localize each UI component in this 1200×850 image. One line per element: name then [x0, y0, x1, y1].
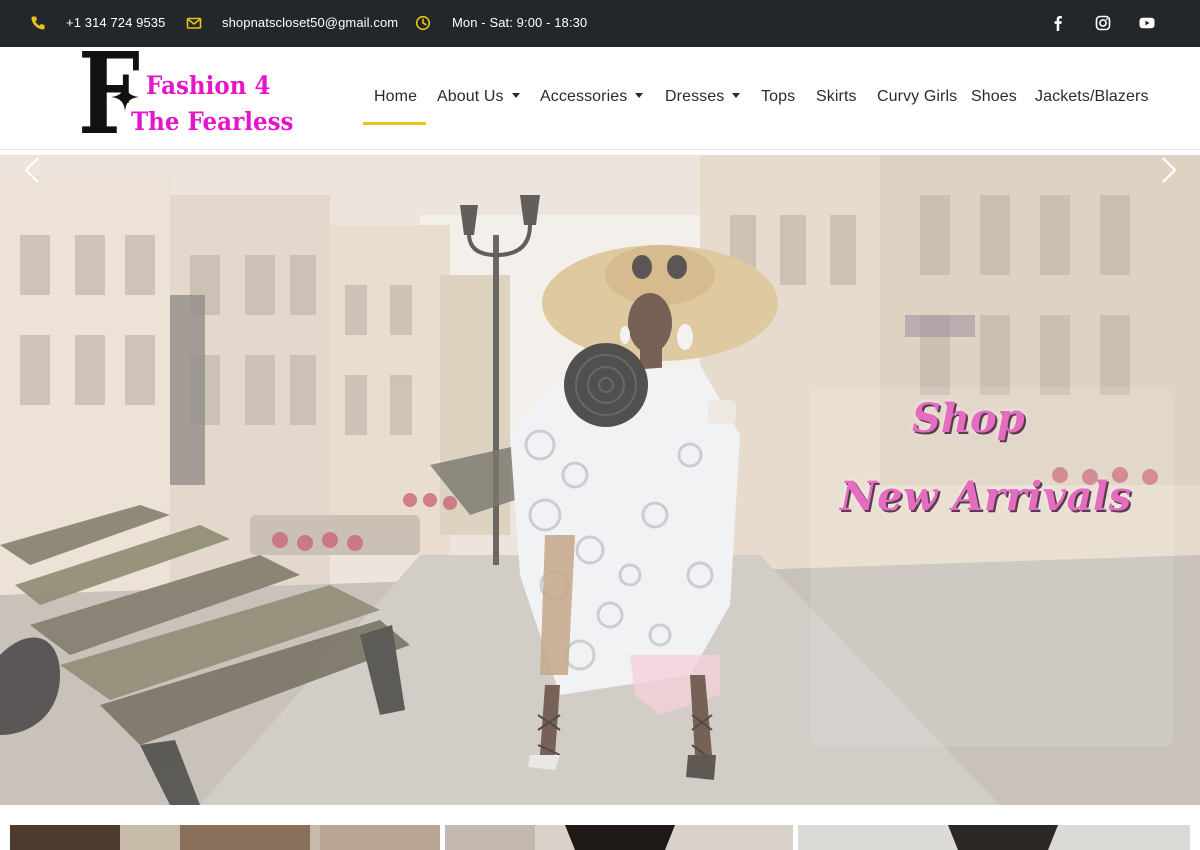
category-card-image — [798, 825, 1190, 850]
caret-down-icon — [732, 93, 741, 99]
top-bar: +1 314 724 9535 shopnatscloset50@gmail.c… — [0, 0, 1200, 47]
clock-icon — [415, 15, 431, 31]
category-card-image — [10, 825, 440, 850]
hero-title-new-arrivals: New Arrivals — [840, 473, 1132, 520]
envelope-icon — [186, 17, 202, 29]
instagram-icon[interactable] — [1094, 14, 1112, 32]
category-card-3[interactable] — [798, 825, 1190, 850]
nav-item-label: Jackets/Blazers — [1035, 88, 1149, 105]
nav-item-label: Tops — [761, 88, 796, 105]
nav-item-dresses[interactable]: Dresses — [665, 87, 741, 107]
facebook-icon[interactable] — [1049, 14, 1067, 32]
nav-item-tops[interactable]: Tops — [761, 87, 795, 107]
active-nav-underline — [363, 122, 426, 125]
category-card-1[interactable] — [10, 825, 440, 850]
main-nav: Home About Us Accessories Dresses Tops S… — [0, 47, 1200, 150]
nav-item-skirts[interactable]: Skirts — [816, 87, 857, 107]
chevron-left-icon[interactable] — [21, 155, 43, 185]
nav-item-label: About Us — [437, 88, 504, 105]
nav-item-label: Shoes — [971, 88, 1017, 105]
nav-item-shoes[interactable]: Shoes — [971, 87, 1017, 107]
category-card-2[interactable] — [445, 825, 793, 850]
phone-icon — [31, 16, 45, 30]
nav-item-home[interactable]: Home — [374, 87, 417, 107]
opening-hours: Mon - Sat: 9:00 - 18:30 — [452, 15, 588, 30]
caret-down-icon — [635, 93, 644, 99]
nav-item-label: Accessories — [540, 88, 628, 105]
nav-item-label: Dresses — [665, 88, 725, 105]
nav-item-label: Home — [374, 88, 418, 105]
nav-item-accessories[interactable]: Accessories — [540, 87, 644, 107]
site-header: F Fashion 4 The Fearless Home About Us A… — [0, 39, 1200, 151]
nav-item-jackets-blazers[interactable]: Jackets/Blazers — [1035, 87, 1149, 107]
nav-item-label: Skirts — [816, 88, 857, 105]
nav-item-about-us[interactable]: About Us — [437, 87, 520, 107]
hero-slider: Shop New Arrivals — [0, 155, 1200, 805]
category-card-image — [445, 825, 793, 850]
hero-title-shop: Shop — [912, 395, 1025, 442]
caret-down-icon — [511, 93, 520, 99]
email-address[interactable]: shopnatscloset50@gmail.com — [222, 15, 398, 31]
nav-item-label: Curvy Girls — [877, 88, 958, 105]
nav-item-curvy-girls[interactable]: Curvy Girls — [877, 87, 957, 107]
chevron-right-icon[interactable] — [1158, 155, 1180, 185]
youtube-icon[interactable] — [1138, 14, 1156, 32]
